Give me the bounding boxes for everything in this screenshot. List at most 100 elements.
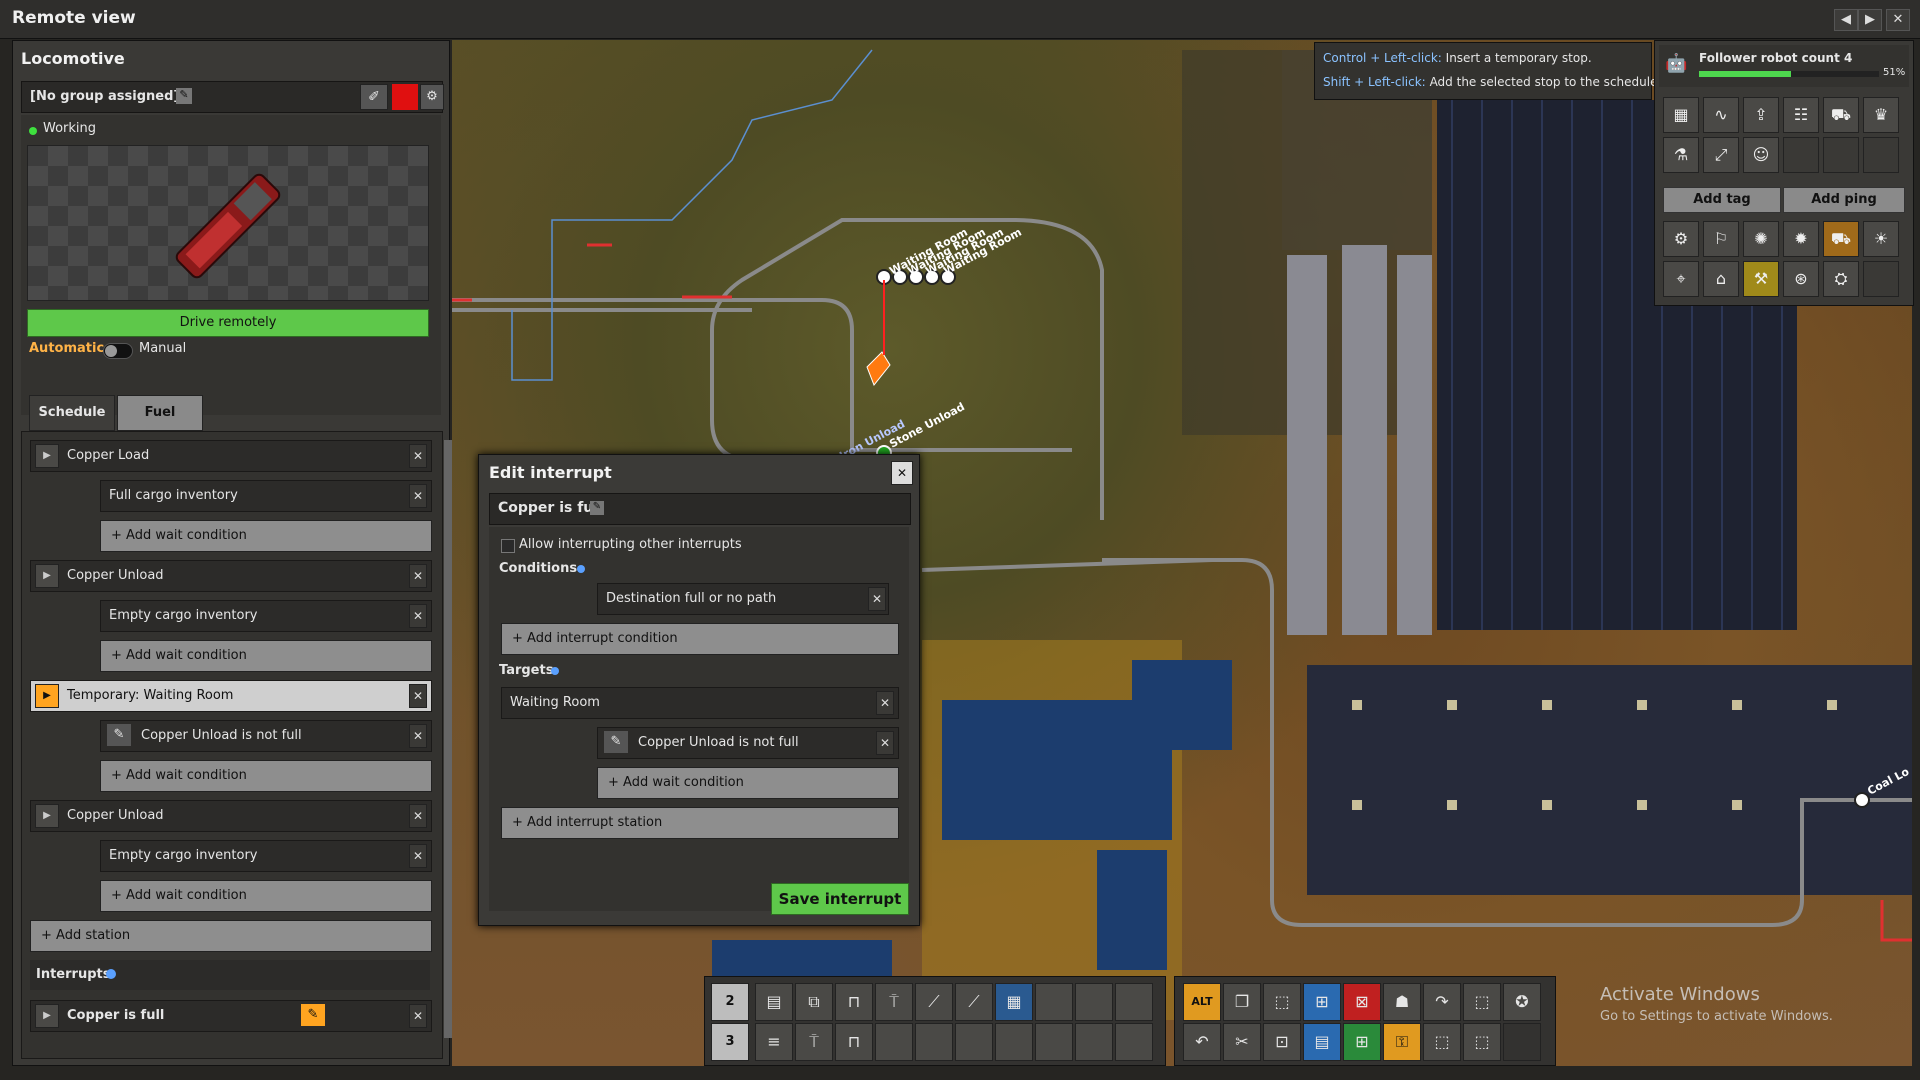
- play-icon[interactable]: ▶: [35, 684, 59, 708]
- interrupt-item[interactable]: ▶ Copper is full ✎ ✕: [30, 1000, 432, 1032]
- fire-icon[interactable]: ✹: [1783, 221, 1819, 257]
- factoriopedia-icon[interactable]: ☷: [1783, 97, 1819, 133]
- save-interrupt-button[interactable]: Save interrupt: [771, 883, 909, 915]
- empty-slot[interactable]: [1075, 1023, 1113, 1061]
- gear-icon[interactable]: ⚙: [420, 84, 444, 110]
- player-icon[interactable]: ☺: [1743, 137, 1779, 173]
- splitter-icon[interactable]: ⧉: [795, 983, 833, 1021]
- train-icon[interactable]: ⛟: [1823, 97, 1859, 133]
- empty-slot[interactable]: [995, 1023, 1033, 1061]
- schedule-station[interactable]: ▶ Copper Unload ✕: [30, 800, 432, 832]
- undo-icon[interactable]: ↶: [1183, 1023, 1221, 1061]
- remove-condition-icon[interactable]: ✕: [409, 724, 427, 748]
- add-wait-condition-button[interactable]: + Add wait condition: [100, 640, 432, 672]
- alt-mode-icon[interactable]: ALT: [1183, 983, 1221, 1021]
- add-wait-condition-button[interactable]: + Add wait condition: [597, 767, 899, 799]
- train-stop-icon[interactable]: ⊓: [835, 1023, 873, 1061]
- rename-icon[interactable]: ✎: [590, 501, 604, 515]
- quickbar-page-3[interactable]: 3: [711, 1023, 749, 1061]
- pencil-icon[interactable]: ✎: [604, 731, 628, 753]
- add-wait-condition-button[interactable]: + Add wait condition: [100, 760, 432, 792]
- tab-fuel[interactable]: Fuel: [117, 395, 203, 431]
- wait-condition[interactable]: Full cargo inventory ✕: [100, 480, 432, 512]
- robot-toggle-icon[interactable]: ☗: [1383, 983, 1421, 1021]
- schedule-station-temporary[interactable]: ▶ Temporary: Waiting Room ✕: [30, 680, 432, 712]
- remove-condition-icon[interactable]: ✕: [876, 731, 894, 755]
- remove-station-icon[interactable]: ✕: [409, 444, 427, 468]
- production-icon[interactable]: ⇪: [1743, 97, 1779, 133]
- remove-station-icon[interactable]: ✕: [409, 684, 427, 708]
- vehicle-icon[interactable]: ⛟: [1823, 221, 1859, 257]
- drive-remotely-button[interactable]: Drive remotely: [27, 309, 429, 337]
- allow-interrupting-checkbox[interactable]: [501, 539, 515, 553]
- fast-inserter-icon[interactable]: ⟋: [955, 983, 993, 1021]
- add-ping-button[interactable]: Add ping: [1783, 187, 1905, 213]
- remove-condition-icon[interactable]: ✕: [409, 484, 427, 508]
- rocket-silo-icon[interactable]: ⚐: [1703, 221, 1739, 257]
- spidertron-icon[interactable]: ⚙: [1663, 221, 1699, 257]
- add-wait-condition-button[interactable]: + Add wait condition: [100, 520, 432, 552]
- upgrade-planner-icon[interactable]: ⊞: [1343, 1023, 1381, 1061]
- remove-station-icon[interactable]: ✕: [409, 564, 427, 588]
- remote-icon[interactable]: ✪: [1503, 983, 1541, 1021]
- quickbar-page-2[interactable]: 2: [711, 983, 749, 1021]
- upgrade-icon[interactable]: ⬚: [1463, 983, 1501, 1021]
- achievements-icon[interactable]: ♛: [1863, 97, 1899, 133]
- inserter-icon[interactable]: ⟋: [915, 983, 953, 1021]
- rail-signal-icon[interactable]: ⍑: [795, 1023, 833, 1061]
- blueprint-select-icon[interactable]: ⊞: [1303, 983, 1341, 1021]
- wait-condition[interactable]: Empty cargo inventory ✕: [100, 840, 432, 872]
- empty-slot[interactable]: [955, 1023, 993, 1061]
- cut-icon[interactable]: ✂: [1223, 1023, 1261, 1061]
- filter-icon[interactable]: ⬚: [1463, 1023, 1501, 1061]
- schedule-scrollbar[interactable]: [444, 440, 452, 1038]
- assembler-icon[interactable]: ⚒: [1743, 261, 1779, 297]
- remove-interrupt-icon[interactable]: ✕: [409, 1004, 427, 1028]
- remove-condition-icon[interactable]: ✕: [409, 844, 427, 868]
- add-wait-condition-button[interactable]: + Add wait condition: [100, 880, 432, 912]
- remove-condition-icon[interactable]: ✕: [868, 587, 886, 611]
- copy-icon[interactable]: ❐: [1223, 983, 1261, 1021]
- empty-slot[interactable]: [1035, 1023, 1073, 1061]
- rail-icon[interactable]: ≡: [755, 1023, 793, 1061]
- color-button[interactable]: [392, 84, 418, 110]
- play-icon[interactable]: ▶: [35, 564, 59, 588]
- train-stop-icon[interactable]: ⌂: [1703, 261, 1739, 297]
- tab-schedule[interactable]: Schedule: [29, 395, 115, 431]
- group-label[interactable]: [No group assigned]: [30, 89, 179, 104]
- empty-slot[interactable]: [1115, 983, 1153, 1021]
- spidertron-remote-icon[interactable]: ⚿: [1383, 1023, 1421, 1061]
- edit-interrupt-icon[interactable]: ✎: [301, 1004, 325, 1026]
- rename-icon[interactable]: ✎: [176, 88, 192, 104]
- circuit-icon[interactable]: ⊛: [1783, 261, 1819, 297]
- close-icon[interactable]: ✕: [1886, 9, 1910, 31]
- interrupt-condition[interactable]: Destination full or no path ✕: [597, 583, 889, 615]
- logistics-icon[interactable]: ⤢: [1703, 137, 1739, 173]
- target-station[interactable]: Waiting Room ✕: [501, 687, 899, 719]
- mode-toggle[interactable]: [103, 343, 133, 359]
- empty-slot[interactable]: [915, 1023, 953, 1061]
- underground-icon[interactable]: ⊓: [835, 983, 873, 1021]
- target-wait-condition[interactable]: ✎ Copper Unload is not full ✕: [597, 727, 899, 759]
- map-icon[interactable]: ▦: [1663, 97, 1699, 133]
- empty-slot[interactable]: [1115, 1023, 1153, 1061]
- selection-icon[interactable]: ⬚: [1423, 1023, 1461, 1061]
- play-icon[interactable]: ▶: [35, 444, 59, 468]
- close-icon[interactable]: ✕: [891, 461, 913, 485]
- research-icon[interactable]: ⚗: [1663, 137, 1699, 173]
- play-icon[interactable]: ▶: [35, 1004, 59, 1028]
- blueprint-book-icon[interactable]: ▤: [1303, 1023, 1341, 1061]
- empty-slot[interactable]: [1035, 983, 1073, 1021]
- deconstruct-icon[interactable]: ⊠: [1343, 983, 1381, 1021]
- add-interrupt-station-button[interactable]: + Add interrupt station: [501, 807, 899, 839]
- biter-icon[interactable]: ✺: [1743, 221, 1779, 257]
- empty-slot[interactable]: [1075, 983, 1113, 1021]
- pole-icon[interactable]: ⍑: [875, 983, 913, 1021]
- empty-slot[interactable]: [875, 1023, 913, 1061]
- back-button[interactable]: ◀: [1834, 9, 1858, 31]
- forward-button[interactable]: ▶: [1858, 9, 1882, 31]
- schedule-station[interactable]: ▶ Copper Load ✕: [30, 440, 432, 472]
- remove-station-icon[interactable]: ✕: [409, 804, 427, 828]
- paste-icon[interactable]: ⊡: [1263, 1023, 1301, 1061]
- wait-condition[interactable]: ✎ Copper Unload is not full ✕: [100, 720, 432, 752]
